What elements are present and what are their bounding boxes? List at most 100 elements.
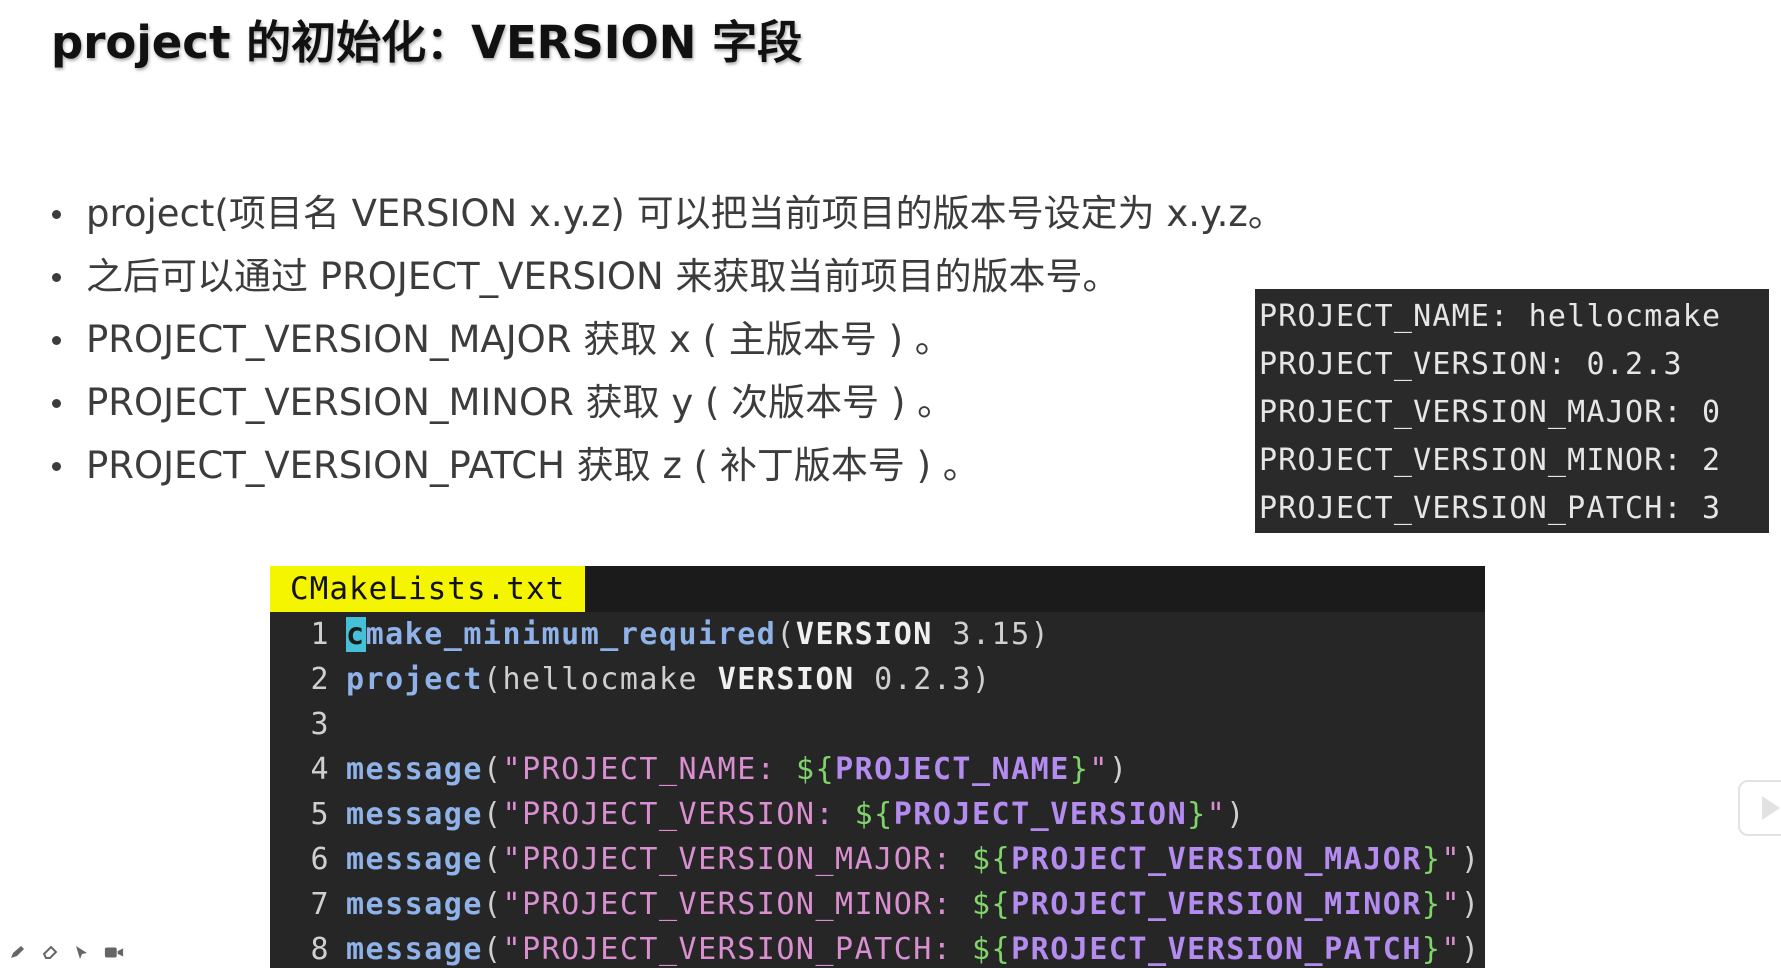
- pen-icon[interactable]: [8, 943, 28, 961]
- code-line[interactable]: 2 project(hellocmake VERSION 0.2.3): [270, 657, 1485, 702]
- code-quote: ": [1441, 887, 1462, 922]
- bullet-dot: [52, 462, 61, 471]
- line-number: 3: [310, 707, 330, 742]
- code-interp-close: }: [1421, 932, 1442, 967]
- code-quote: ": [502, 932, 523, 967]
- code-paren: (: [482, 842, 503, 877]
- line-number: 5: [310, 797, 330, 832]
- code-line[interactable]: 1 cmake_minimum_required(VERSION 3.15): [270, 612, 1485, 657]
- code-argument: hellocmake: [502, 662, 718, 697]
- editor-tab-bar: CMakeLists.txt: [270, 566, 1485, 612]
- output-line: PROJECT_VERSION_PATCH: 3: [1259, 491, 1722, 526]
- terminal-output: PROJECT_NAME: hellocmake PROJECT_VERSION…: [1255, 289, 1769, 533]
- side-play-button[interactable]: [1738, 780, 1781, 836]
- code-function: message: [346, 752, 483, 787]
- code-quote: ": [502, 797, 523, 832]
- bullet-text: PROJECT_VERSION_MAJOR 获取 x ( 主版本号 ) 。: [86, 318, 952, 361]
- line-number: 7: [310, 887, 330, 922]
- bullet-text: PROJECT_VERSION_PATCH 获取 z ( 补丁版本号 ) 。: [86, 444, 980, 487]
- bullet-text: 之后可以通过 PROJECT_VERSION 来获取当前项目的版本号。: [86, 255, 1120, 298]
- pointer-icon[interactable]: [72, 943, 92, 961]
- code-paren: (: [482, 752, 503, 787]
- code-interp-close: }: [1421, 887, 1442, 922]
- line-number: 8: [310, 932, 330, 967]
- code-line[interactable]: 6 message("PROJECT_VERSION_MAJOR: ${PROJE…: [270, 837, 1485, 882]
- code-function: message: [346, 887, 483, 922]
- bullet-item: project(项目名 VERSION x.y.z) 可以把当前项目的版本号设定…: [48, 182, 1285, 245]
- bullet-item: PROJECT_VERSION_PATCH 获取 z ( 补丁版本号 ) 。: [48, 434, 1285, 497]
- code-variable: PROJECT_NAME: [835, 752, 1070, 787]
- code-paren: (: [482, 887, 503, 922]
- code-paren: (: [776, 617, 796, 652]
- line-number: 4: [310, 752, 330, 787]
- code-keyword: VERSION: [795, 617, 933, 652]
- line-number: 1: [310, 617, 330, 652]
- code-quote: ": [502, 752, 523, 787]
- code-keyword: VERSION: [717, 662, 855, 697]
- code-function: message: [346, 797, 483, 832]
- code-paren: ): [1108, 752, 1129, 787]
- bullet-dot: [52, 210, 61, 219]
- code-variable: PROJECT_VERSION: [893, 797, 1188, 832]
- eraser-icon[interactable]: [40, 943, 60, 961]
- code-interp-close: }: [1069, 752, 1090, 787]
- code-interp-open: ${: [971, 887, 1012, 922]
- code-interp-close: }: [1187, 797, 1207, 832]
- code-interp-open: ${: [795, 752, 836, 787]
- slide-title: project 的初始化：VERSION 字段: [51, 16, 803, 69]
- code-argument: 0.2.3: [854, 662, 972, 697]
- code-interp-open: ${: [971, 842, 1012, 877]
- code-paren: (: [482, 797, 503, 832]
- code-paren: ): [1461, 842, 1481, 877]
- code-paren: ): [1030, 617, 1051, 652]
- code-line[interactable]: 7 message( " PROJECT_VERSION_MINOR: ${PROJE…: [270, 882, 1485, 927]
- code-quote: ": [1441, 842, 1462, 877]
- code-line[interactable]: 5 message("PROJECT_VERSION: ${PROJECT_VER…: [270, 792, 1485, 837]
- line-number: 6: [310, 842, 330, 877]
- code-variable: PROJECT_VERSION_MAJOR: [1011, 842, 1422, 877]
- code-paren: ): [1461, 887, 1481, 922]
- code-function: make_minimum_required: [365, 617, 777, 652]
- line-number: 2: [310, 662, 330, 697]
- code-string: PROJECT_VERSION:: [522, 797, 855, 832]
- code-paren: ): [1226, 797, 1246, 832]
- code-paren: ): [972, 662, 992, 697]
- bullet-dot: [52, 273, 61, 282]
- code-function: message: [346, 932, 483, 967]
- code-variable: PROJECT_VERSION_PATCH: [1011, 932, 1422, 967]
- output-line: PROJECT_NAME: hellocmake: [1259, 299, 1722, 334]
- code-string: PROJECT_VERSION_PATCH:: [522, 932, 972, 967]
- code-function: project: [346, 662, 483, 697]
- bullet-item: 之后可以通过 PROJECT_VERSION 来获取当前项目的版本号。: [48, 245, 1285, 308]
- code-string: PROJECT_NAME:: [522, 752, 796, 787]
- code-argument: 3.15: [932, 617, 1031, 652]
- code-interp-open: ${: [854, 797, 894, 832]
- annotation-toolbar: [8, 943, 124, 961]
- bullet-list: project(项目名 VERSION x.y.z) 可以把当前项目的版本号设定…: [48, 182, 1285, 497]
- code-variable: PROJECT_VERSION_MINOR: [1011, 887, 1422, 922]
- code-string: PROJECT_VERSION_MINOR:: [522, 887, 972, 922]
- bullet-dot: [52, 336, 61, 345]
- bullet-text: project(项目名 VERSION x.y.z) 可以把当前项目的版本号设定…: [86, 192, 1285, 235]
- code-function: message: [346, 842, 483, 877]
- code-line[interactable]: 8 message("PROJECT_VERSION_PATCH: ${PROJE…: [270, 927, 1485, 968]
- code-interp-open: ${: [971, 932, 1012, 967]
- camera-icon[interactable]: [104, 943, 124, 961]
- bullet-item: PROJECT_VERSION_MINOR 获取 y ( 次版本号 ) 。: [48, 371, 1285, 434]
- code-line[interactable]: 3: [270, 702, 1485, 747]
- code-quote: ": [502, 842, 523, 877]
- text-cursor: c: [346, 617, 366, 652]
- bullet-text: PROJECT_VERSION_MINOR 获取 y ( 次版本号 ) 。: [86, 381, 955, 424]
- bullet-item: PROJECT_VERSION_MAJOR 获取 x ( 主版本号 ) 。: [48, 308, 1285, 371]
- code-quote: ": [1089, 752, 1109, 787]
- output-line: PROJECT_VERSION_MAJOR: 0: [1259, 395, 1722, 430]
- code-line[interactable]: 4 message("PROJECT_NAME: ${PROJECT_NAME}"…: [270, 747, 1485, 792]
- output-line: PROJECT_VERSION: 0.2.3: [1259, 347, 1683, 382]
- tab-cmakelists[interactable]: CMakeLists.txt: [270, 566, 586, 612]
- code-quote: ": [1441, 932, 1462, 967]
- code-interp-close: }: [1421, 842, 1442, 877]
- code-editor[interactable]: CMakeLists.txt 1 cmake_minimum_required(V…: [270, 566, 1485, 968]
- code-paren: ): [1461, 932, 1481, 967]
- output-line: PROJECT_VERSION_MINOR: 2: [1259, 443, 1722, 478]
- code-quote: ": [1206, 797, 1227, 832]
